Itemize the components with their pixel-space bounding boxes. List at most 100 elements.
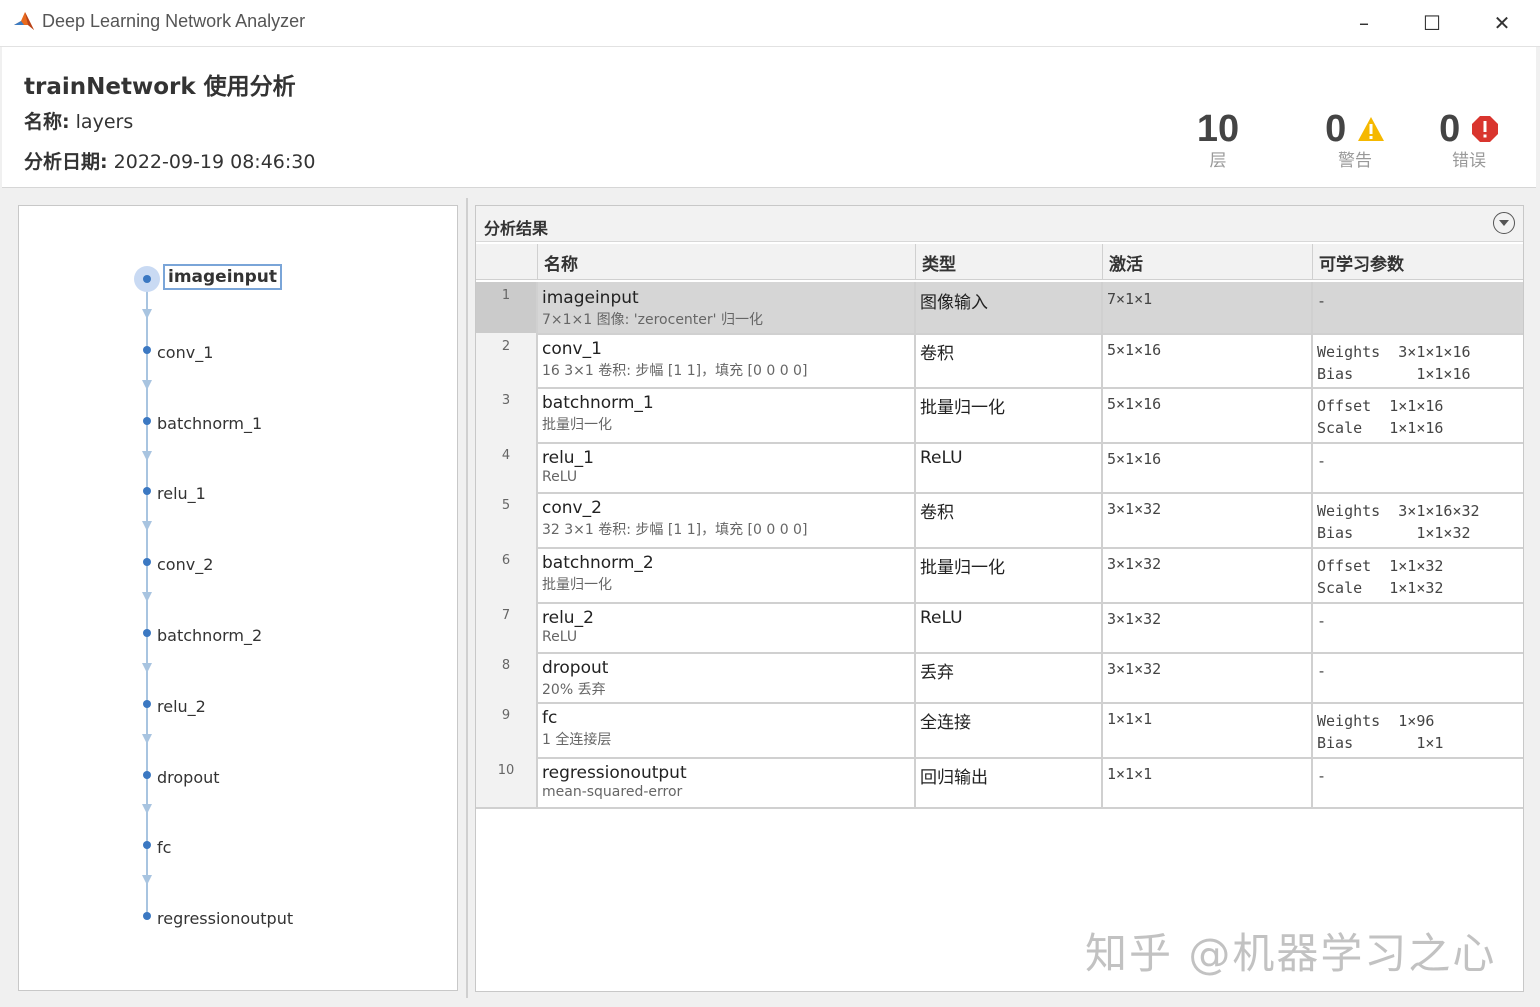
graph-arrow	[142, 451, 152, 461]
layer-type: 全连接	[920, 713, 971, 733]
layer-params: Weights 1×96 Bias 1×1	[1317, 712, 1444, 752]
col-header-index	[476, 244, 538, 280]
table-row[interactable]: 1 imageinput 7×1×1 图像: 'zerocenter' 归一化 图像输…	[476, 282, 1523, 335]
layer-params: Weights 3×1×16×32 Bias 1×1×32	[1317, 502, 1480, 542]
params-cell: -	[1313, 602, 1523, 652]
analysis-date-row: 分析日期: 2022-09-19 08:46:30	[24, 147, 315, 174]
layer-description: 32 3×1 卷积: 步幅 [1 1]，填充 [0 0 0 0]	[542, 522, 808, 538]
graph-node[interactable]	[143, 487, 151, 495]
params-cell: -	[1313, 652, 1523, 702]
graph-node-label[interactable]: relu_2	[157, 697, 206, 716]
col-header-name[interactable]: 名称	[538, 244, 916, 280]
activation-cell: 5×1×16	[1103, 442, 1313, 492]
graph-node[interactable]	[143, 417, 151, 425]
table-row[interactable]: 4 relu_1 ReLU ReLU 5×1×16-	[476, 442, 1523, 494]
layer-description: mean-squared-error	[542, 784, 683, 800]
layer-type: 图像输入	[920, 293, 988, 313]
graph-node-label[interactable]: relu_1	[157, 484, 206, 503]
layers-stat: 10 层	[1188, 107, 1248, 171]
graph-node[interactable]	[143, 841, 151, 849]
maximize-button[interactable]: ☐	[1402, 4, 1462, 42]
activation-cell: 3×1×32	[1103, 652, 1313, 702]
graph-node-label[interactable]: dropout	[157, 768, 220, 787]
type-cell: 批量归一化	[916, 547, 1103, 602]
table-row[interactable]: 7 relu_2 ReLU ReLU 3×1×32-	[476, 602, 1523, 654]
row-index: 8	[476, 652, 538, 702]
col-header-activation[interactable]: 激活	[1103, 244, 1313, 280]
warning-icon	[1357, 117, 1384, 141]
row-index: 1	[476, 282, 538, 333]
graph-node-label[interactable]: batchnorm_2	[157, 626, 262, 645]
graph-node-label[interactable]: fc	[157, 838, 171, 857]
close-button[interactable]: ✕	[1472, 4, 1532, 42]
name-cell: dropout 20% 丢弃	[538, 652, 916, 702]
activation-cell: 3×1×32	[1103, 547, 1313, 602]
layer-description: 1 全连接层	[542, 732, 612, 748]
graph-node-label[interactable]: batchnorm_1	[157, 414, 262, 433]
activation-cell: 1×1×1	[1103, 702, 1313, 757]
table-row[interactable]: 5 conv_2 32 3×1 卷积: 步幅 [1 1]，填充 [0 0 0 0] 卷…	[476, 492, 1523, 549]
title-bar: Deep Learning Network Analyzer – ☐ ✕	[0, 0, 1540, 47]
layer-type: 回归输出	[920, 768, 988, 788]
layer-activation: 5×1×16	[1107, 395, 1162, 413]
graph-node-label[interactable]: conv_1	[157, 343, 213, 362]
params-cell: Weights 3×1×16×32 Bias 1×1×32	[1313, 492, 1523, 547]
params-cell: -	[1313, 757, 1523, 807]
graph-node[interactable]	[143, 912, 151, 920]
row-index: 4	[476, 442, 538, 492]
name-cell: batchnorm_2 批量归一化	[538, 547, 916, 602]
layer-activation: 1×1×1	[1107, 765, 1153, 783]
name-cell: conv_2 32 3×1 卷积: 步幅 [1 1]，填充 [0 0 0 0]	[538, 492, 916, 547]
layer-name: batchnorm_2	[542, 553, 654, 573]
params-cell: -	[1313, 282, 1523, 333]
collapse-dropdown-icon[interactable]	[1493, 212, 1515, 234]
graph-node[interactable]	[143, 700, 151, 708]
graph-arrow	[142, 875, 152, 885]
table-row[interactable]: 6 batchnorm_2 批量归一化 批量归一化 3×1×32 Offset 1×1×3…	[476, 547, 1523, 604]
name-value: layers	[75, 111, 134, 133]
table-row[interactable]: 10 regressionoutput mean-squared-error 回归输出…	[476, 757, 1523, 809]
table-row[interactable]: 2 conv_1 16 3×1 卷积: 步幅 [1 1]，填充 [0 0 0 0] 卷…	[476, 333, 1523, 389]
graph-node[interactable]	[143, 346, 151, 354]
graph-node[interactable]	[143, 275, 151, 283]
network-name-row: 名称: layers	[24, 107, 133, 134]
panel-splitter[interactable]	[466, 198, 468, 998]
layer-params: -	[1317, 612, 1327, 630]
graph-node-label[interactable]: conv_2	[157, 555, 213, 574]
layer-name: relu_1	[542, 448, 594, 468]
layers-count: 10	[1196, 108, 1240, 150]
layer-description: 批量归一化	[542, 577, 612, 593]
activation-cell: 5×1×16	[1103, 333, 1313, 387]
table-row[interactable]: 3 batchnorm_1 批量归一化 批量归一化 5×1×16 Offset 1×1×1…	[476, 387, 1523, 444]
row-index: 9	[476, 702, 538, 757]
layer-description: 20% 丢弃	[542, 682, 606, 698]
results-header: 分析结果	[476, 206, 1523, 242]
table-row[interactable]: 8 dropout 20% 丢弃 丢弃 3×1×32 -	[476, 652, 1523, 704]
col-header-type[interactable]: 类型	[916, 244, 1103, 280]
type-cell: ReLU	[916, 602, 1103, 652]
window-title: Deep Learning Network Analyzer	[42, 11, 306, 31]
minimize-button[interactable]: –	[1334, 4, 1394, 42]
graph-arrow	[142, 380, 152, 390]
graph-node[interactable]	[143, 771, 151, 779]
layer-activation: 3×1×32	[1107, 555, 1162, 573]
activation-cell: 1×1×1	[1103, 757, 1313, 807]
error-icon	[1471, 116, 1498, 142]
params-cell: Offset 1×1×32 Scale 1×1×32	[1313, 547, 1523, 602]
col-header-params[interactable]: 可学习参数	[1313, 244, 1523, 280]
layer-params: Offset 1×1×16 Scale 1×1×16	[1317, 397, 1444, 437]
errors-stat: 0 错误	[1434, 107, 1504, 171]
network-graph-panel[interactable]: imageinput conv_1 batchnorm_1 relu_1 con…	[18, 205, 458, 991]
graph-node[interactable]	[143, 558, 151, 566]
graph-node-label[interactable]: regressionoutput	[157, 909, 293, 928]
analysis-title: trainNetwork 使用分析	[24, 74, 296, 100]
layer-activation: 1×1×1	[1107, 710, 1153, 728]
graph-node[interactable]	[143, 629, 151, 637]
name-cell: conv_1 16 3×1 卷积: 步幅 [1 1]，填充 [0 0 0 0]	[538, 333, 916, 387]
layer-description: 7×1×1 图像: 'zerocenter' 归一化	[542, 312, 763, 328]
activation-cell: 5×1×16	[1103, 387, 1313, 442]
layer-params: -	[1317, 662, 1327, 680]
row-index: 6	[476, 547, 538, 602]
table-row[interactable]: 9 fc 1 全连接层 全连接 1×1×1 Weights 1×96 Bias 1×1	[476, 702, 1523, 759]
graph-node-label-selected[interactable]: imageinput	[163, 264, 283, 290]
